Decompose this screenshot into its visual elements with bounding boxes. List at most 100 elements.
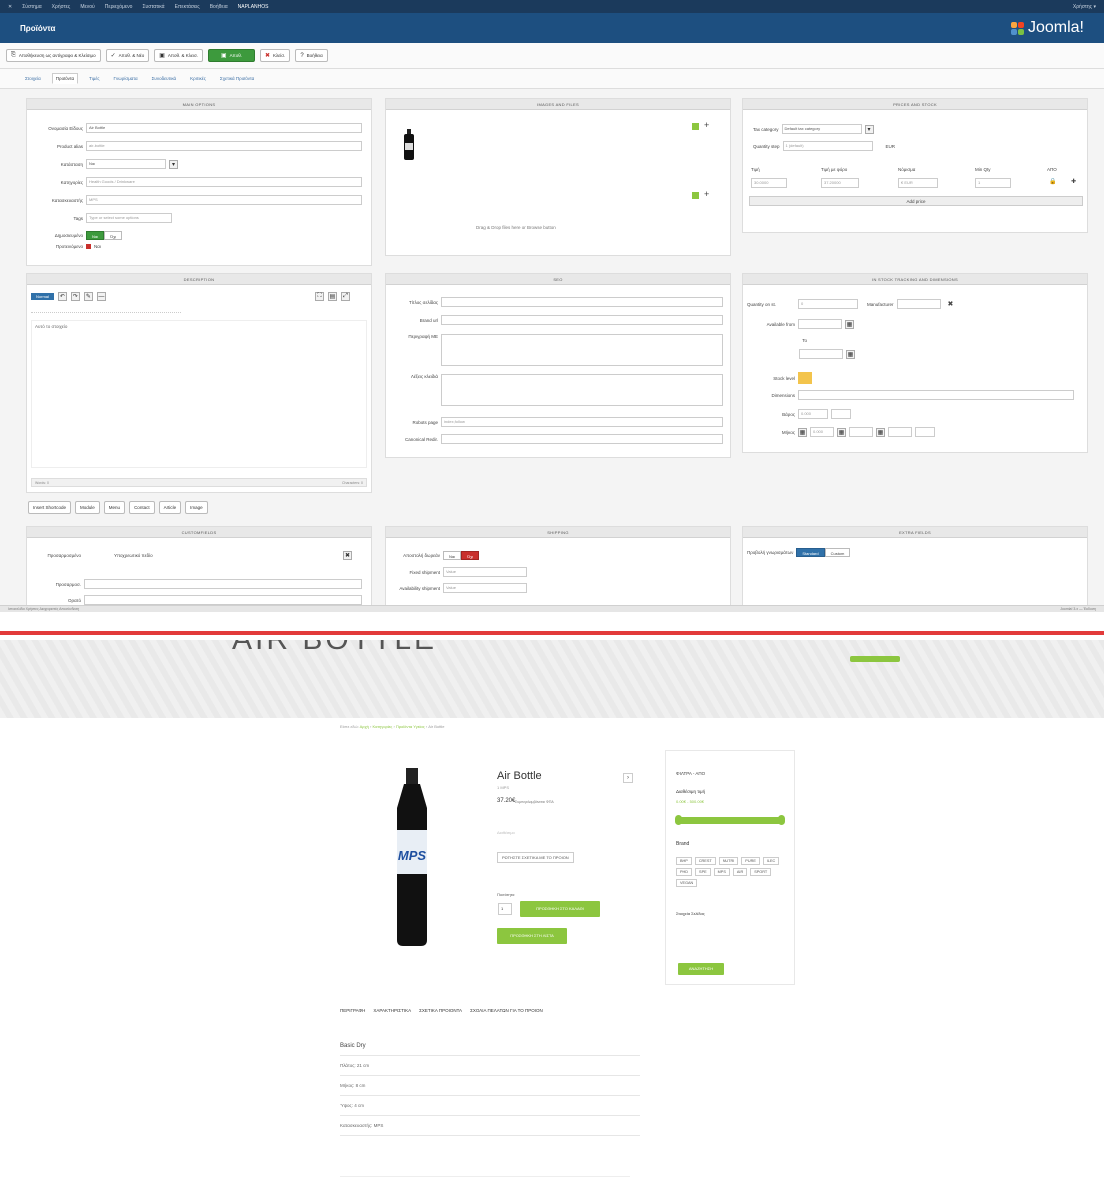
fixed-shipment-select[interactable]: Value xyxy=(443,567,527,577)
width-input[interactable] xyxy=(849,427,873,437)
hr-icon[interactable]: — xyxy=(96,292,106,301)
save-close-button[interactable]: ▣ Αποθ. & Κλεισ. xyxy=(154,49,203,62)
status-links[interactable]: Ιστοσελίδα Χρήστες Διαχειριστές Αποσύνδε… xyxy=(8,607,79,611)
user-menu[interactable]: Χρήστης ▾ xyxy=(1073,4,1096,10)
available-to-input[interactable] xyxy=(799,349,843,359)
save-as-copy-button[interactable]: ⎘ Αποθήκευση ως αντίγραφο & Κλείσιμο xyxy=(6,49,101,62)
tab-prices[interactable]: Τιμές xyxy=(86,74,102,83)
breadcrumb-link[interactable]: Αρχή xyxy=(360,724,369,729)
redo-icon[interactable]: ↷ xyxy=(70,292,80,301)
price-input[interactable]: 30.0000 xyxy=(751,178,787,188)
wishlist-button[interactable]: ΠΡΟΣΘΗΚΗ ΣΤΗ ΛΙΣΤΑ xyxy=(497,928,567,944)
drop-zone-hint[interactable]: Drag & Drop files here or Browse button xyxy=(476,225,556,230)
quantity-input[interactable]: 1 xyxy=(498,903,512,915)
lock-icon[interactable]: 🔒 xyxy=(1049,178,1056,185)
min-qty-input[interactable]: 1 xyxy=(975,178,1011,188)
free-shipping-toggle[interactable]: Ναι Όχι xyxy=(443,551,480,560)
length-icon[interactable]: ▦ xyxy=(798,427,807,437)
remove-field-icon[interactable]: ✖ xyxy=(343,551,352,560)
slider-handle-left[interactable] xyxy=(675,815,682,825)
calendar-icon[interactable]: ▦ xyxy=(846,349,855,359)
meta-description-textarea[interactable] xyxy=(441,334,723,366)
image-edit-icon[interactable] xyxy=(692,123,699,130)
price-tax-input[interactable]: 37.20000 xyxy=(821,178,859,188)
brand-chip[interactable]: BHP xyxy=(676,857,692,865)
height-input[interactable] xyxy=(888,427,912,437)
canonical-input[interactable] xyxy=(441,434,723,444)
featured-checkbox[interactable] xyxy=(86,244,91,249)
price-slider[interactable] xyxy=(678,817,782,824)
published-toggle[interactable]: Ναι Όχι xyxy=(86,231,123,240)
topbar-item[interactable]: Χρήστες xyxy=(52,4,71,10)
save-new-button[interactable]: ✓ Αποθ. & Νέο xyxy=(105,49,150,62)
product-thumbnail[interactable] xyxy=(402,129,416,161)
topbar-item[interactable]: Βοήθεια xyxy=(210,4,228,10)
tab-details[interactable]: Στοιχεία xyxy=(22,74,44,83)
brand-chip[interactable]: PURE xyxy=(741,857,760,865)
unit-select[interactable] xyxy=(915,427,935,437)
weight-unit-select[interactable] xyxy=(831,409,851,419)
tab-related[interactable]: Σχετικά Προϊόντα xyxy=(217,74,257,83)
undo-icon[interactable]: ↶ xyxy=(57,292,67,301)
topbar-site[interactable]: NAPLANHOS xyxy=(238,4,269,10)
dropdown-icon[interactable]: ▾ xyxy=(864,124,874,134)
tab-attributes[interactable]: Γνωρίσματα xyxy=(111,74,141,83)
add-file-icon[interactable]: + xyxy=(704,189,709,199)
brand-chip[interactable]: SPORT xyxy=(750,868,772,876)
manufacturer-select[interactable] xyxy=(896,299,941,309)
keywords-textarea[interactable] xyxy=(441,374,723,406)
topbar-item[interactable]: Περιεχόμενο xyxy=(105,4,133,10)
currency-select[interactable]: € EUR xyxy=(898,178,938,188)
weight-input[interactable]: 0.000 xyxy=(798,409,828,419)
brand-chip[interactable]: PHD xyxy=(676,868,693,876)
tax-select[interactable]: Default tax category xyxy=(781,124,862,134)
insert-shortcode-button[interactable]: Insert Shortcode xyxy=(28,501,72,514)
toggle-editor-icon[interactable]: ⤢ xyxy=(341,292,350,301)
calendar-icon[interactable]: ▦ xyxy=(845,319,854,329)
save-button[interactable]: ▣ Αποθ. xyxy=(208,49,255,62)
breadcrumb-link[interactable]: Κατηγορίες xyxy=(372,724,392,729)
extra-fields-toggle[interactable]: Standard Custom xyxy=(796,548,851,557)
slider-handle-right[interactable] xyxy=(778,815,785,825)
joomla-menu-icon[interactable]: ✕ xyxy=(8,4,12,10)
brand-chip[interactable]: ILEC xyxy=(762,857,780,865)
brand-chip[interactable]: VEGAN xyxy=(676,879,698,887)
add-price-button[interactable]: Add price xyxy=(749,196,1083,206)
dimensions-select[interactable] xyxy=(798,390,1074,400)
help-button[interactable]: ? Βοήθεια xyxy=(295,49,328,62)
dropdown-icon[interactable]: ▾ xyxy=(169,159,178,169)
add-to-cart-button[interactable]: ΠΡΟΣΘΗΚΗ ΣΤΟ ΚΑΛΑΘΙ xyxy=(520,901,600,917)
topbar-item[interactable]: Επεκτάσεις xyxy=(175,4,200,10)
tab-description[interactable]: ΠΕΡΙΓΡΑΦΗ xyxy=(340,1008,365,1013)
image-button[interactable]: Image xyxy=(185,501,208,514)
robots-input[interactable]: index,follow xyxy=(441,417,723,427)
stock-level-image[interactable] xyxy=(798,372,812,384)
editor-format-row[interactable] xyxy=(31,308,181,313)
tab-related[interactable]: ΣΧΕΤΙΚΑ ΠΡΟΙΟΝΤΑ xyxy=(419,1008,462,1013)
brand-chip[interactable]: CREST xyxy=(694,857,716,865)
editor-body[interactable]: Αυτό το στοιχείο xyxy=(31,320,367,468)
tab-reviews[interactable]: ΣΧΟΛΙΑ ΠΕΛΑΤΩΝ ΓΙΑ ΤΟ ΠΡΟΙΟΝ xyxy=(470,1008,543,1013)
file-edit-icon[interactable] xyxy=(692,192,699,199)
next-product-icon[interactable]: › xyxy=(623,773,633,783)
magic-icon[interactable]: ✎ xyxy=(83,292,93,301)
tab-features[interactable]: ΧΑΡΑΚΤΗΡΙΣΤΙΚΑ xyxy=(373,1008,411,1013)
ask-question-button[interactable]: ΡΩΤΗΣΤΕ ΣΧΕΤΙΚΑ ΜΕ ΤΟ ΠΡΟΙΟΝ xyxy=(497,852,574,863)
qty-step-input[interactable]: 1 (default) xyxy=(782,141,873,151)
status-select[interactable]: Ναι xyxy=(86,159,166,169)
delete-price-icon[interactable]: ✚ xyxy=(1071,178,1076,185)
quantity-input[interactable]: 0 xyxy=(798,299,858,309)
brand-chip[interactable]: MPS xyxy=(713,868,730,876)
available-from-input[interactable] xyxy=(798,319,842,329)
availability-select[interactable]: Value xyxy=(443,583,527,593)
article-button[interactable]: Article xyxy=(158,501,182,514)
brand-url-input[interactable] xyxy=(441,315,723,325)
length-input[interactable]: 0.000 xyxy=(810,427,834,437)
alias-input[interactable]: air-bottle xyxy=(86,141,362,151)
clear-icon[interactable]: ✖ xyxy=(948,300,954,308)
contact-button[interactable]: Contact xyxy=(129,501,155,514)
custom-visible-input[interactable] xyxy=(84,595,362,605)
menu-button[interactable]: Menu xyxy=(103,501,126,514)
width-icon[interactable]: ▦ xyxy=(837,427,846,437)
brand-chip[interactable]: SPE xyxy=(695,868,711,876)
